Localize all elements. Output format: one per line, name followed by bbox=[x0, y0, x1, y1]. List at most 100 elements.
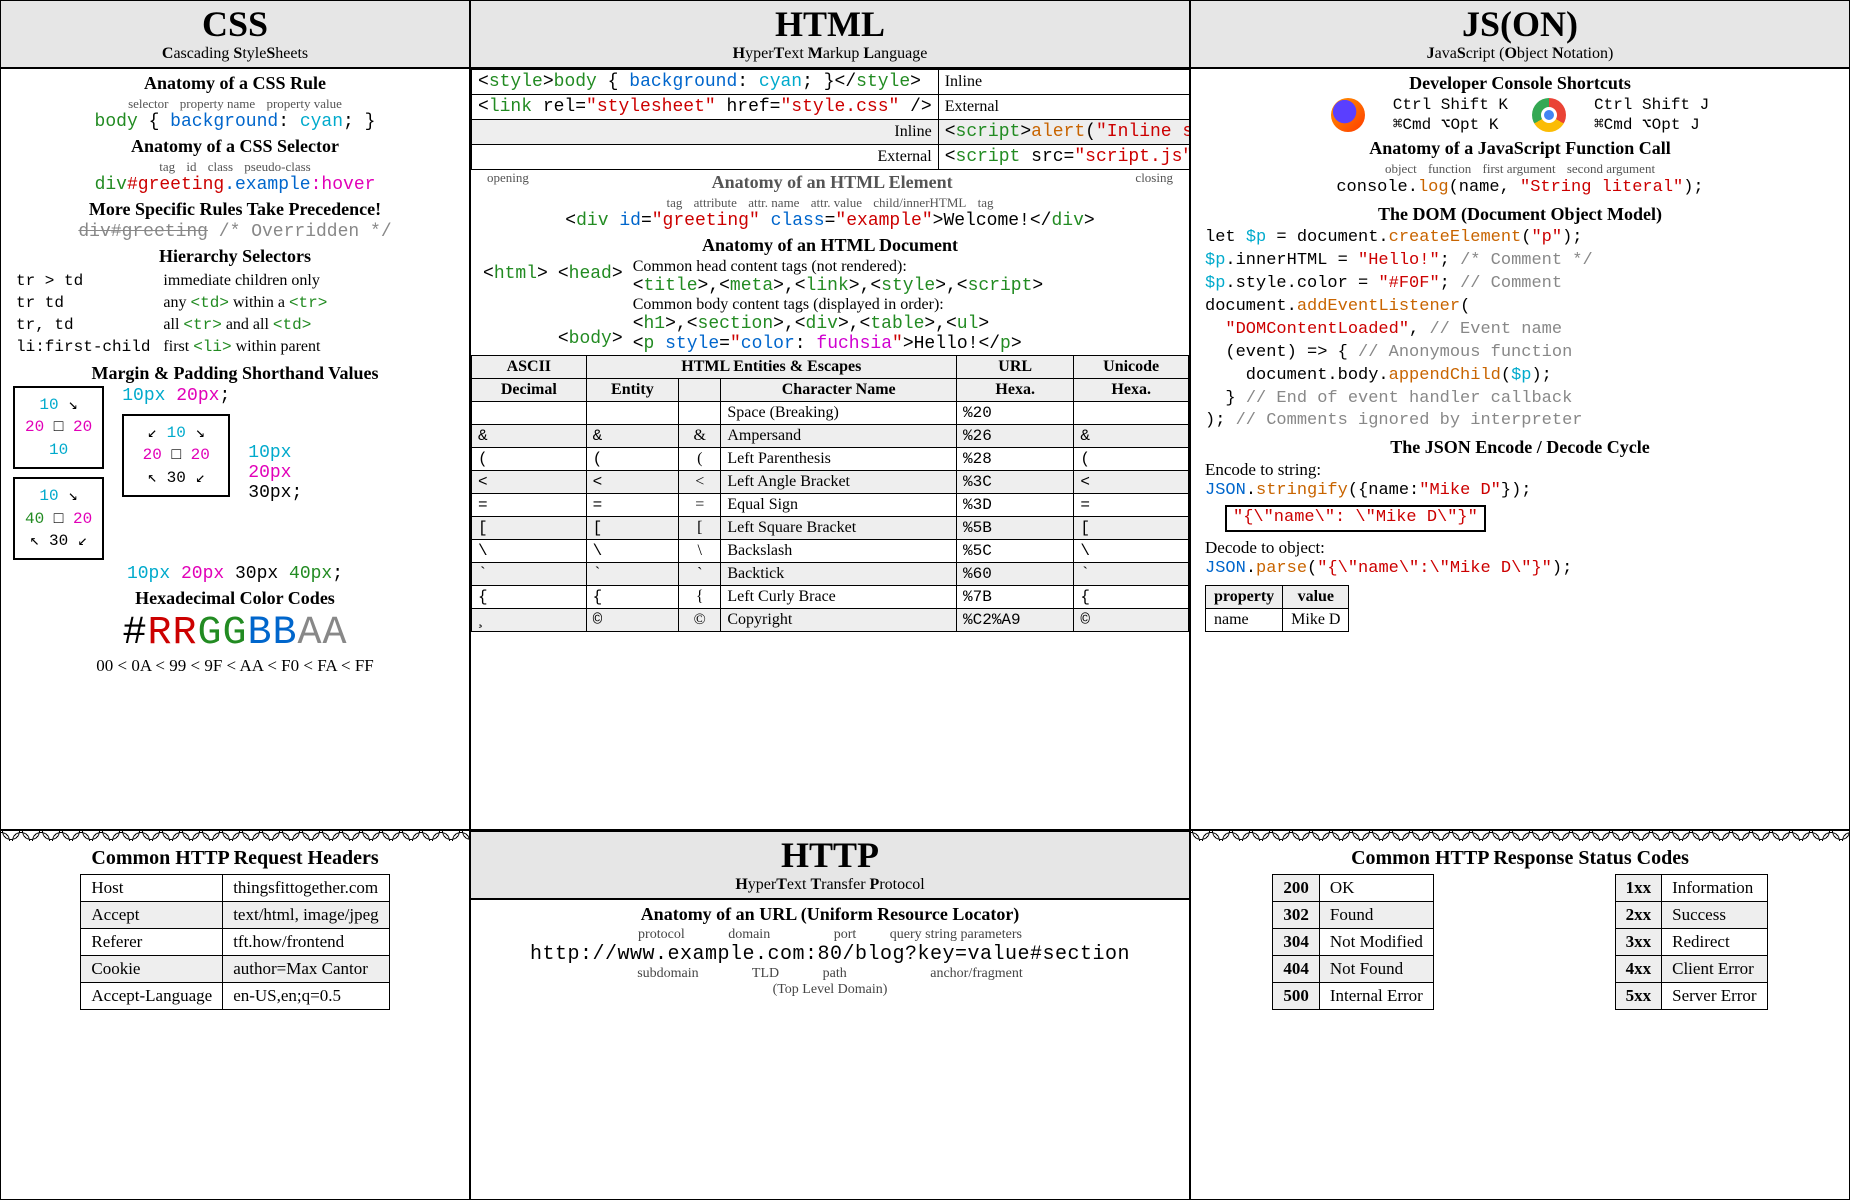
css-mp-heading: Margin & Padding Shorthand Values bbox=[13, 363, 457, 384]
entity-row: ```Backtick%60` bbox=[472, 563, 1189, 586]
decode-label: Decode to object: bbox=[1205, 538, 1835, 558]
mp-four-code: 10px 20px 30px 40px; bbox=[13, 564, 457, 584]
encode-label: Encode to string: bbox=[1205, 460, 1835, 480]
http-status-heading: Common HTTP Response Status Codes bbox=[1191, 847, 1849, 870]
html-header: HTML HyperText Markup Language bbox=[471, 1, 1189, 69]
entity-row: &&&Ampersand%26& bbox=[472, 425, 1189, 448]
css-selector-code: div#greeting.example:hover bbox=[13, 175, 457, 195]
html-elem-heading: Anatomy of an HTML Element bbox=[708, 172, 957, 193]
css-overridden: div#greeting /* Overridden */ bbox=[13, 222, 457, 242]
url-top-labels: protocol domain port query string parame… bbox=[471, 927, 1189, 943]
mp-three-code: 10px20px30px; bbox=[248, 443, 302, 503]
url-tld-note: (Top Level Domain) bbox=[471, 982, 1189, 998]
js-dom-code: let $p = document.createElement("p"); $p… bbox=[1205, 227, 1835, 433]
status-row: 404Not Found bbox=[1273, 956, 1434, 983]
mp-two-code: 10px 20px; bbox=[122, 386, 230, 406]
js-fn-code: console.log(name, "String literal"); bbox=[1205, 177, 1835, 200]
status-class-row: 5xxServer Error bbox=[1615, 983, 1767, 1010]
entity-row: ¸©©Copyright%C2%A9© bbox=[472, 609, 1189, 632]
css-hex-code: #RRGGBBAA bbox=[13, 611, 457, 656]
html-subtitle: HyperText Markup Language bbox=[471, 45, 1189, 63]
req-row: Referertft.how/frontend bbox=[81, 929, 389, 956]
mp-box-3: ↙ 10 ↘ 20 □ 20 ↖ 30 ↙ bbox=[122, 414, 230, 497]
req-row: Accepttext/html, image/jpeg bbox=[81, 902, 389, 929]
status-row: 302Found bbox=[1273, 902, 1434, 929]
entity-row: (((Left Parenthesis%28( bbox=[472, 448, 1189, 471]
html-title: HTML bbox=[471, 3, 1189, 45]
status-class-row: 4xxClient Error bbox=[1615, 956, 1767, 983]
css-title: CSS bbox=[1, 3, 469, 45]
http-title: HTTP bbox=[471, 834, 1189, 876]
entity-row: \\\Backslash%5C\ bbox=[472, 540, 1189, 563]
css-rule-labels: selector property name property value bbox=[13, 96, 457, 112]
js-column: JS(ON) JavaScript (Object Notation) Deve… bbox=[1190, 0, 1850, 830]
entity-row: {{{Left Curly Brace%7B{ bbox=[472, 586, 1189, 609]
browser-shortcuts: Ctrl Shift K⌘Cmd ⌥Opt K Ctrl Shift J⌘Cmd… bbox=[1205, 96, 1835, 134]
js-title: JS(ON) bbox=[1191, 3, 1849, 45]
url-code: http://www.example.com:80/blog?key=value… bbox=[471, 943, 1189, 966]
js-fn-heading: Anatomy of a JavaScript Function Call bbox=[1205, 138, 1835, 159]
js-json-heading: The JSON Encode / Decode Cycle bbox=[1205, 437, 1835, 458]
http-subtitle: HyperText Transfer Protocol bbox=[471, 876, 1189, 894]
entity-row: [[[Left Square Bracket%5B[ bbox=[472, 517, 1189, 540]
http-center-column: HTTP HyperText Transfer Protocol Anatomy… bbox=[470, 830, 1190, 1200]
css-mp-row: 10 ↘ 20 □ 20 10 10 ↘ 40 □ 20 ↖ 30 ↙ 10px… bbox=[13, 386, 457, 560]
js-subtitle: JavaScript (Object Notation) bbox=[1191, 45, 1849, 63]
status-row: 500Internal Error bbox=[1273, 983, 1434, 1010]
style-inline: <style>body { background: cyan; }</style… bbox=[472, 70, 939, 95]
js-dev-heading: Developer Console Shortcuts bbox=[1205, 73, 1835, 94]
status-row: 304Not Modified bbox=[1273, 929, 1434, 956]
req-row: Accept-Languageen-US,en;q=0.5 bbox=[81, 983, 389, 1010]
entity-row: <<<Left Angle Bracket%3C< bbox=[472, 471, 1189, 494]
status-class-row: 1xxInformation bbox=[1615, 875, 1767, 902]
json-object-table: propertyvalue nameMike D bbox=[1205, 585, 1349, 632]
css-selector-heading: Anatomy of a CSS Selector bbox=[13, 136, 457, 157]
req-row: Hostthingsfittogether.com bbox=[81, 875, 389, 902]
http-req-table: Hostthingsfittogether.comAccepttext/html… bbox=[80, 874, 389, 1010]
mp-box-4: 10 ↘ 40 □ 20 ↖ 30 ↙ bbox=[13, 477, 104, 560]
html-doc-diagram: <html> <head><body> Common head content … bbox=[471, 258, 1189, 355]
css-rule-code: body { background: cyan; } bbox=[13, 112, 457, 132]
css-hex-order: 00 < 0A < 99 < 9F < AA < F0 < FA < FF bbox=[13, 656, 457, 676]
html-elem-code: <div id="greeting" class="example">Welco… bbox=[471, 211, 1189, 231]
http-req-heading: Common HTTP Request Headers bbox=[1, 847, 469, 870]
css-header: CSS Cascading StyleSheets bbox=[1, 1, 469, 69]
css-hex-heading: Hexadecimal Color Codes bbox=[13, 588, 457, 609]
html-column: HTML HyperText Markup Language <style>bo… bbox=[470, 0, 1190, 830]
css-column: CSS Cascading StyleSheets Anatomy of a C… bbox=[0, 0, 470, 830]
status-class-table: 1xxInformation2xxSuccess3xxRedirect4xxCl… bbox=[1615, 874, 1768, 1010]
status-class-row: 2xxSuccess bbox=[1615, 902, 1767, 929]
script-external: <script src="script.js"></script> bbox=[938, 145, 1190, 170]
firefox-icon bbox=[1331, 98, 1365, 132]
js-header: JS(ON) JavaScript (Object Notation) bbox=[1191, 1, 1849, 69]
css-rule-heading: Anatomy of a CSS Rule bbox=[13, 73, 457, 94]
desc: immediate children only bbox=[162, 271, 337, 291]
req-row: Cookieauthor=Max Cantor bbox=[81, 956, 389, 983]
css-precedence-heading: More Specific Rules Take Precedence! bbox=[13, 199, 457, 220]
html-style-script-table: <style>body { background: cyan; }</style… bbox=[471, 69, 1190, 170]
encode-code: JSON.stringify({name:"Mike D"}); bbox=[1205, 480, 1835, 503]
chrome-icon bbox=[1532, 98, 1566, 132]
html-elem-labels: tag attribute attr. name attr. value chi… bbox=[471, 195, 1189, 211]
http-url-heading: Anatomy of an URL (Uniform Resource Loca… bbox=[471, 904, 1189, 925]
url-bottom-labels: subdomain TLD path anchor/fragment bbox=[471, 966, 1189, 982]
status-class-row: 3xxRedirect bbox=[1615, 929, 1767, 956]
encode-result: "{\"name\": \"Mike D\"}" bbox=[1225, 505, 1486, 532]
decode-code: JSON.parse("{\"name\":\"Mike D\"}"); bbox=[1205, 558, 1835, 581]
entities-table: ASCII HTML Entities & Escapes URL Unicod… bbox=[471, 355, 1189, 632]
http-req-column: Common HTTP Request Headers Hostthingsfi… bbox=[0, 830, 470, 1200]
html-doc-heading: Anatomy of an HTML Document bbox=[471, 235, 1189, 256]
css-subtitle: Cascading StyleSheets bbox=[1, 45, 469, 63]
style-external: <link rel="stylesheet" href="style.css" … bbox=[472, 95, 939, 120]
entity-row: Space (Breaking)%20 bbox=[472, 402, 1189, 425]
css-hierarchy-table: tr > tdimmediate children only tr tdany … bbox=[13, 269, 339, 359]
css-hierarchy-heading: Hierarchy Selectors bbox=[13, 246, 457, 267]
entity-row: ===Equal Sign%3D= bbox=[472, 494, 1189, 517]
js-dom-heading: The DOM (Document Object Model) bbox=[1205, 204, 1835, 225]
css-selector-labels: tag id class pseudo-class bbox=[13, 159, 457, 175]
http-status-column: Common HTTP Response Status Codes 200OK3… bbox=[1190, 830, 1850, 1200]
status-row: 200OK bbox=[1273, 875, 1434, 902]
mp-box-2: 10 ↘ 20 □ 20 10 bbox=[13, 386, 104, 469]
script-inline: <script>alert("Inline script");</script> bbox=[938, 120, 1190, 145]
status-specific-table: 200OK302Found304Not Modified404Not Found… bbox=[1272, 874, 1434, 1010]
